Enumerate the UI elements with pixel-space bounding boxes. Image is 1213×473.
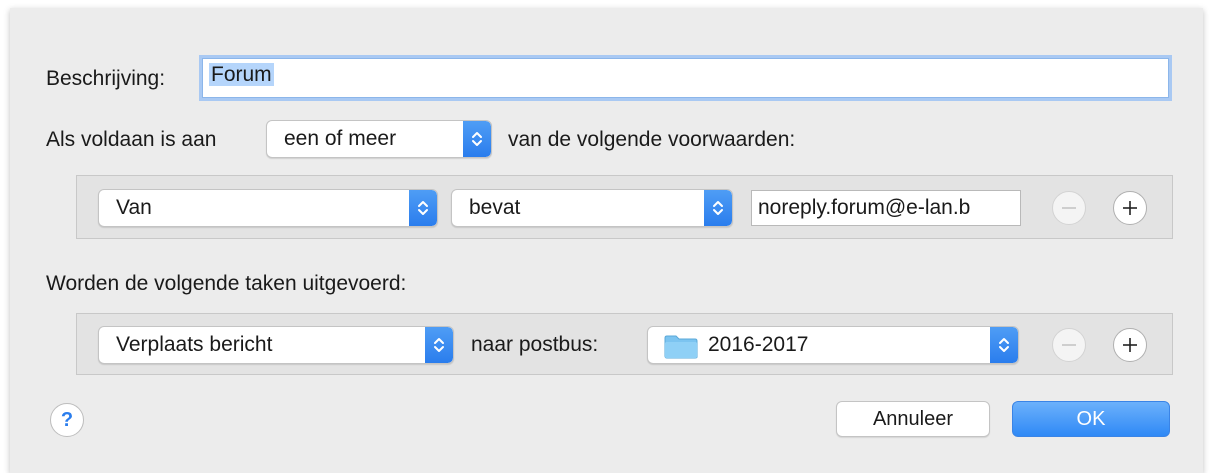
mailbox-popup[interactable]: 2016-2017 [647, 326, 1019, 364]
rule-field-popup[interactable]: Van [98, 189, 438, 227]
condition-suffix-label: van de volgende voorwaarden: [508, 128, 796, 151]
action-type-value: Verplaats bericht [116, 333, 273, 356]
minus-icon [1062, 344, 1076, 346]
rule-operator-popup[interactable]: bevat [451, 189, 733, 227]
match-mode-popup[interactable]: een of meer [266, 120, 492, 158]
cancel-button[interactable]: Annuleer [836, 401, 990, 437]
rule-operator-value: bevat [469, 196, 521, 219]
actions-heading: Worden de volgende taken uitgevoerd: [46, 272, 407, 295]
folder-icon [664, 335, 698, 359]
remove-action-button[interactable] [1052, 328, 1086, 362]
match-mode-value: een of meer [284, 127, 397, 150]
up-down-chevron-icon [409, 190, 437, 226]
minus-icon [1062, 207, 1076, 209]
up-down-chevron-icon [425, 327, 453, 363]
help-button[interactable]: ? [50, 403, 84, 437]
up-down-chevron-icon [463, 121, 491, 157]
plus-icon [1123, 338, 1137, 352]
description-label: Beschrijving: [46, 67, 166, 90]
condition-rule-row: Van bevat noreply.forum@e-lan.b [76, 175, 1173, 239]
target-mailbox-label: naar postbus: [471, 333, 599, 356]
ok-button[interactable]: OK [1012, 401, 1170, 437]
add-rule-button[interactable] [1113, 191, 1147, 225]
condition-prefix-label: Als voldaan is aan [46, 128, 217, 151]
action-row: Verplaats bericht naar postbus: 2016-201… [76, 313, 1173, 375]
action-type-popup[interactable]: Verplaats bericht [98, 326, 454, 364]
rule-field-value: Van [116, 196, 152, 219]
description-value: Forum [209, 63, 274, 86]
description-field[interactable]: Forum [202, 58, 1169, 98]
up-down-chevron-icon [704, 190, 732, 226]
rule-sheet: Beschrijving: Forum Als voldaan is aan e… [10, 8, 1203, 473]
plus-icon [1123, 201, 1137, 215]
up-down-chevron-icon [990, 327, 1018, 363]
add-action-button[interactable] [1113, 328, 1147, 362]
mailbox-value: 2016-2017 [708, 333, 809, 356]
remove-rule-button[interactable] [1052, 191, 1086, 225]
rule-value-field[interactable]: noreply.forum@e-lan.b [751, 190, 1021, 226]
